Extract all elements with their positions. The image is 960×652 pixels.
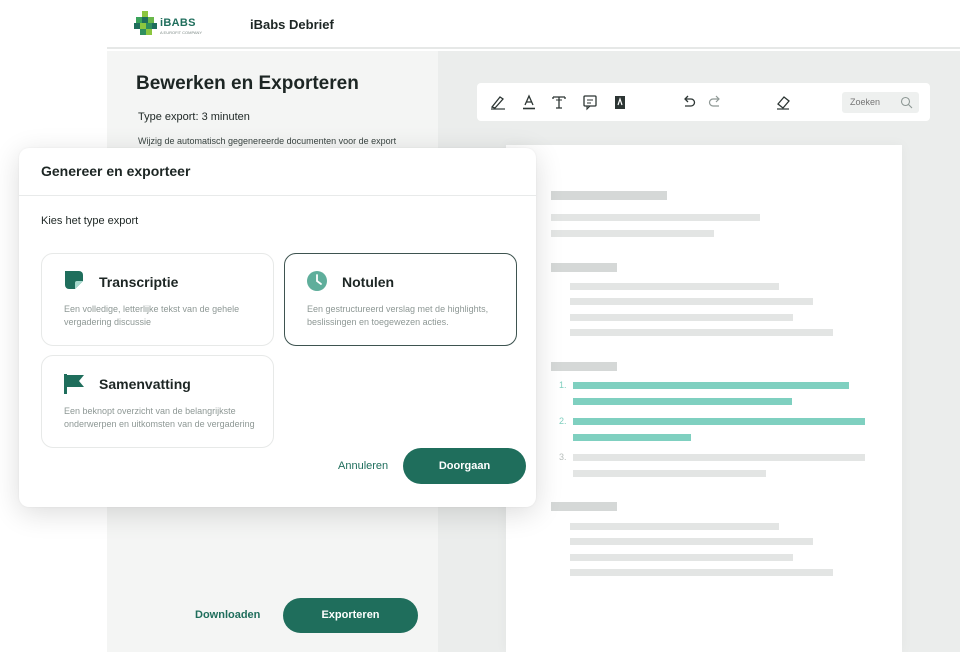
export-description: Wijzig de automatisch gegenereerde docum…	[138, 136, 397, 146]
text-line	[551, 502, 617, 511]
logo-tagline: A EUROFIT COMPANY	[160, 30, 203, 35]
text-line	[573, 470, 766, 477]
ibabs-logo: iBABS A EUROFIT COMPANY	[134, 11, 214, 39]
export-button[interactable]: Exporteren	[283, 598, 418, 633]
editor-toolbar	[477, 83, 930, 121]
flag-icon	[64, 374, 84, 394]
text-line	[570, 523, 779, 530]
highlighted-line	[573, 434, 691, 441]
draw-icon[interactable]	[489, 93, 507, 111]
continue-button[interactable]: Doorgaan	[403, 448, 526, 484]
option-samenvatting[interactable]: Samenvatting Een beknopt overzicht van d…	[41, 355, 274, 448]
text-line	[551, 362, 617, 371]
option-transcriptie[interactable]: Transcriptie Een volledige, letterlijke …	[41, 253, 274, 346]
logo-mark-icon	[134, 11, 157, 35]
list-number: 2.	[559, 416, 567, 426]
text-line	[570, 554, 793, 561]
text-line	[570, 283, 779, 290]
app-title: iBabs Debrief	[250, 17, 334, 32]
comment-icon[interactable]	[581, 93, 599, 111]
search-input[interactable]	[850, 97, 898, 107]
cancel-button[interactable]: Annuleren	[338, 460, 388, 472]
option-description: Een gestructureerd verslag met de highli…	[307, 304, 489, 327]
download-button[interactable]: Downloaden	[195, 609, 260, 621]
eraser-icon[interactable]	[774, 93, 792, 111]
clock-icon	[307, 271, 327, 291]
text-line	[573, 454, 865, 461]
option-description: Een beknopt overzicht van de belangrijks…	[64, 406, 255, 429]
text-line	[570, 569, 833, 576]
top-bar: iBABS A EUROFIT COMPANY iBabs Debrief	[107, 0, 960, 49]
text-line	[570, 329, 833, 336]
text-line	[570, 314, 793, 321]
option-notulen[interactable]: Notulen Een gestructureerd verslag met d…	[284, 253, 517, 346]
redo-icon[interactable]	[706, 93, 724, 111]
option-title: Transcriptie	[99, 274, 179, 290]
text-line	[551, 230, 714, 237]
text-color-icon[interactable]	[520, 93, 538, 111]
text-line	[570, 538, 813, 545]
list-number: 1.	[559, 380, 567, 390]
dialog-title: Genereer en exporteer	[41, 163, 191, 179]
document-page: 1. 2. 3.	[506, 145, 902, 652]
list-number: 3.	[559, 452, 567, 462]
option-description: Een volledige, letterlijke tekst van de …	[64, 304, 240, 327]
generate-export-dialog: Genereer en exporteer Kies het type expo…	[19, 148, 536, 507]
highlight-icon[interactable]	[611, 93, 629, 111]
text-style-icon[interactable]	[550, 93, 568, 111]
option-title: Notulen	[342, 274, 395, 290]
search-icon[interactable]	[900, 96, 913, 109]
option-title: Samenvatting	[99, 376, 191, 392]
text-line	[551, 263, 617, 272]
search-box[interactable]	[842, 92, 919, 113]
document-icon	[65, 271, 83, 289]
text-line	[551, 214, 760, 221]
text-line	[551, 191, 667, 200]
dialog-divider	[19, 195, 536, 196]
page-title: Bewerken en Exporteren	[136, 73, 359, 94]
undo-icon[interactable]	[680, 93, 698, 111]
dialog-subtitle: Kies het type export	[41, 215, 139, 227]
highlighted-line	[573, 382, 849, 389]
logo-name: iBABS	[160, 17, 196, 29]
highlighted-line	[573, 398, 792, 405]
highlighted-line	[573, 418, 865, 425]
text-line	[570, 298, 813, 305]
export-time-text: Type export: 3 minuten	[138, 111, 250, 123]
